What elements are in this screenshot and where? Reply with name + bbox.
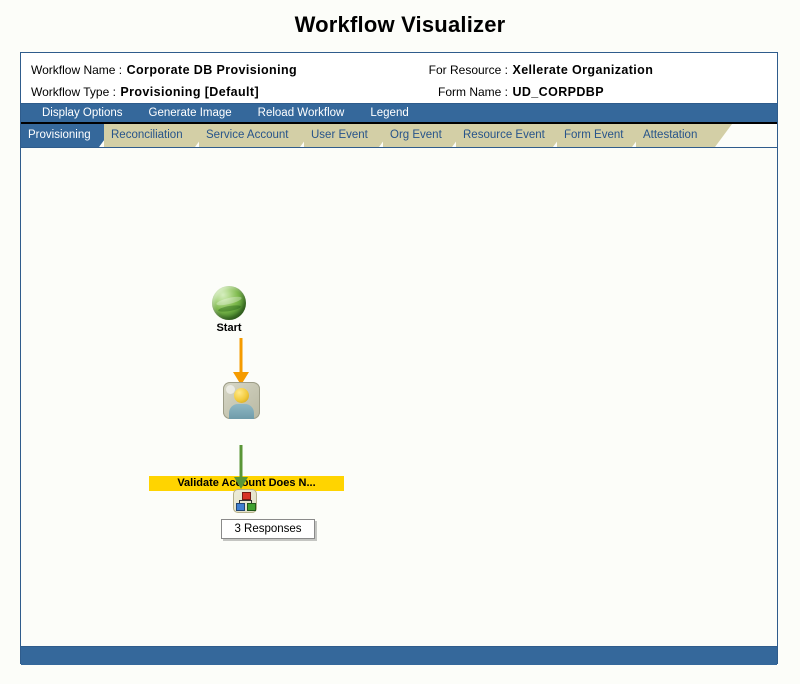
org-chart-box-top	[242, 492, 251, 500]
arrowhead-icon	[234, 477, 248, 489]
node-start[interactable]: Start	[205, 286, 253, 334]
tab-provisioning[interactable]: Provisioning	[21, 124, 116, 147]
form-name-value: UD_CORPDBP	[512, 85, 604, 99]
tab-attestation[interactable]: Attestation	[636, 124, 732, 147]
workflow-info-header: Workflow Name : Corporate DB Provisionin…	[21, 53, 777, 104]
workflow-name-value: Corporate DB Provisioning	[126, 63, 298, 77]
org-chart-box-left	[236, 503, 245, 511]
form-name-label: Form Name :	[437, 85, 508, 99]
menu-generate-image[interactable]: Generate Image	[136, 103, 245, 123]
connector-task-to-responses	[217, 445, 265, 493]
for-resource-label: For Resource :	[428, 63, 508, 77]
menu-display-options[interactable]: Display Options	[29, 103, 136, 123]
for-resource-value: Xellerate Organization	[512, 63, 654, 77]
workflow-name-row: Workflow Name : Corporate DB Provisionin…	[21, 58, 421, 82]
tab-service-account[interactable]: Service Account	[199, 124, 317, 147]
node-start-label: Start	[216, 322, 242, 334]
tab-resource-event[interactable]: Resource Event	[456, 124, 570, 147]
person-head-shape	[234, 388, 249, 403]
workflow-type-row: Workflow Type : Provisioning [Default]	[21, 80, 421, 104]
connector-shaft	[239, 338, 243, 374]
workflow-visualizer-frame: Workflow Name : Corporate DB Provisionin…	[20, 52, 778, 665]
footer-bar	[21, 647, 777, 665]
person-body-shape	[229, 404, 254, 419]
workflow-canvas[interactable]: Start Validate Account Does N... 3 Respo…	[21, 148, 777, 647]
org-chart-icon	[233, 489, 257, 513]
menu-bar: Display Options Generate Image Reload Work…	[21, 104, 777, 124]
org-chart-box-right	[247, 503, 256, 511]
node-validate-account[interactable]	[223, 382, 260, 419]
workflow-name-label: Workflow Name :	[31, 63, 123, 77]
tab-strip: Provisioning Reconciliation Service Accoun…	[21, 124, 777, 148]
menu-legend[interactable]: Legend	[357, 103, 421, 123]
green-globe-icon	[212, 286, 246, 320]
for-resource-row: For Resource : Xellerate Organization	[411, 58, 771, 82]
workflow-type-label: Workflow Type :	[31, 85, 116, 99]
page-title: Workflow Visualizer	[294, 12, 506, 37]
menu-reload-workflow[interactable]: Reload Workflow	[245, 103, 358, 123]
connector-shaft	[239, 445, 243, 479]
connector-start-to-task	[217, 338, 265, 386]
form-name-row: Form Name : UD_CORPDBP	[411, 80, 771, 104]
tab-user-event[interactable]: User Event	[304, 124, 396, 147]
person-task-icon	[223, 382, 260, 419]
workflow-type-value: Provisioning [Default]	[120, 85, 260, 99]
tab-reconciliation[interactable]: Reconciliation	[104, 124, 212, 147]
node-responses[interactable]	[233, 489, 257, 513]
tab-form-event[interactable]: Form Event	[557, 124, 649, 147]
responses-count-box[interactable]: 3 Responses	[221, 519, 315, 539]
